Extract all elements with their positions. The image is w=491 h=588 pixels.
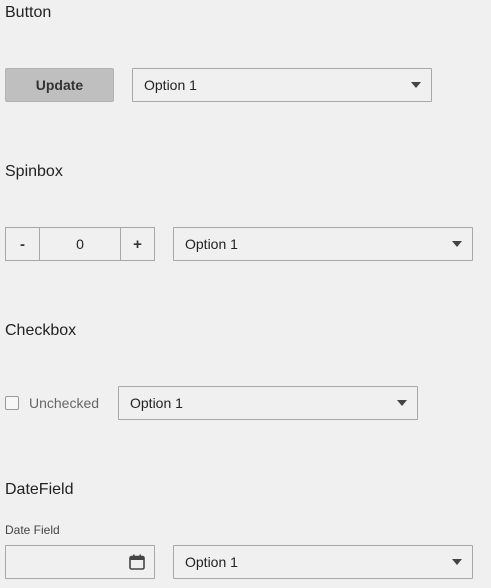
page: Button Update Option 1 Spinbox - 0 + Opt… [0, 0, 491, 588]
unchecked-checkbox[interactable]: Unchecked [5, 395, 99, 411]
decrement-button[interactable]: - [6, 228, 40, 260]
section-title-datefield: DateField [5, 481, 74, 498]
dropdown-button-section[interactable]: Option 1 [132, 68, 432, 102]
dropdown-value: Option 1 [130, 395, 183, 411]
chevron-down-icon [452, 559, 462, 565]
section-title-spinbox: Spinbox [5, 163, 63, 180]
date-field-caption: Date Field [5, 523, 60, 537]
update-button[interactable]: Update [5, 68, 114, 102]
chevron-down-icon [411, 82, 421, 88]
dropdown-value: Option 1 [144, 77, 197, 93]
dropdown-datefield-section[interactable]: Option 1 [173, 545, 473, 579]
dropdown-spinbox-section[interactable]: Option 1 [173, 227, 473, 261]
section-title-button: Button [5, 4, 52, 21]
spinbox: - 0 + [5, 227, 155, 261]
checkbox-box[interactable] [5, 396, 19, 410]
chevron-down-icon [452, 241, 462, 247]
dropdown-checkbox-section[interactable]: Option 1 [118, 386, 418, 420]
calendar-icon[interactable] [129, 554, 145, 570]
date-field-input[interactable] [5, 545, 155, 579]
increment-button[interactable]: + [120, 228, 154, 260]
spinbox-value[interactable]: 0 [40, 228, 120, 260]
checkbox-label: Unchecked [29, 395, 100, 411]
dropdown-value: Option 1 [185, 236, 238, 252]
section-title-checkbox: Checkbox [5, 322, 77, 339]
dropdown-value: Option 1 [185, 554, 238, 570]
chevron-down-icon [397, 400, 407, 406]
